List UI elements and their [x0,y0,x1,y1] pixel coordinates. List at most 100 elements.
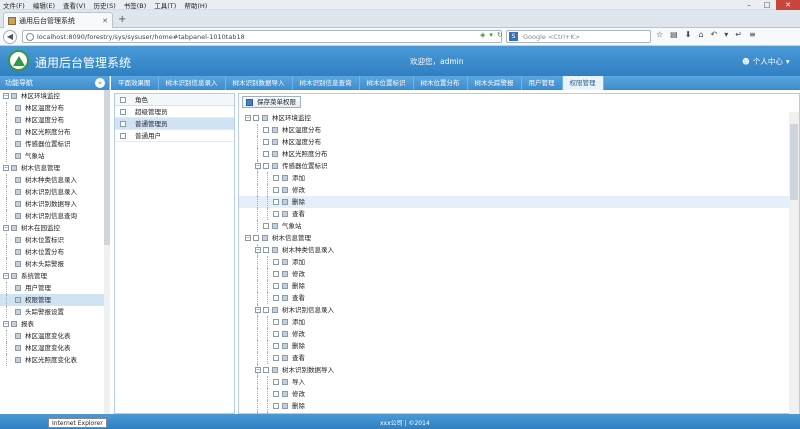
permission-node[interactable]: − 树木种类信息录入 [239,244,789,256]
role-row[interactable]: 普通管理员 [115,118,234,130]
permission-checkbox[interactable] [273,259,279,265]
permission-node[interactable]: − 树木信息管理 [239,232,789,244]
permission-checkbox[interactable] [263,139,269,145]
tab-3[interactable]: 树木识别数据导入 [226,76,293,90]
permission-checkbox[interactable] [273,319,279,325]
permission-node[interactable]: 添加 [239,316,789,328]
tab-1[interactable]: 平面效果图 [111,76,159,90]
sidebar-item[interactable]: 林区光照度变化表 [0,354,109,366]
sidebar-item[interactable]: − 系统管理 [0,270,109,282]
permission-scrollbar[interactable] [789,112,799,415]
permission-node[interactable]: 删除 [239,400,789,412]
expand-toggle-icon[interactable]: − [255,367,261,373]
download-icon[interactable]: ⬇ [685,30,692,39]
permission-checkbox[interactable] [263,151,269,157]
sidebar-item[interactable]: 树木位置分布 [0,246,109,258]
maximize-icon[interactable]: □ [758,0,776,10]
permission-node[interactable]: 林区温度分布 [239,124,789,136]
menu-item[interactable]: 帮助(H) [184,0,207,10]
select-all-checkbox[interactable] [120,97,126,103]
tab-5[interactable]: 树木位置标识 [360,76,414,90]
sidebar-item[interactable]: 用户管理 [0,282,109,294]
expand-toggle-icon[interactable]: − [3,321,9,327]
permission-node[interactable]: 修改 [239,268,789,280]
expand-toggle-icon[interactable]: − [245,115,251,121]
sidebar-item[interactable]: 树木识别信息录入 [0,186,109,198]
undo-icon[interactable]: ↶ [711,30,718,39]
permission-checkbox[interactable] [273,187,279,193]
address-bar[interactable]: localhost:8090/forestry/sys/sysuser/home… [22,30,502,43]
shield-icon[interactable]: ◈ [480,31,485,39]
expand-toggle-icon[interactable]: − [255,247,261,253]
sidebar-item[interactable]: − 报表 [0,318,109,330]
sidebar-item[interactable]: − 树木在园监控 [0,222,109,234]
role-checkbox[interactable] [120,121,126,127]
permission-checkbox[interactable] [273,403,279,409]
expand-toggle-icon[interactable]: − [3,273,9,279]
sidebar-item[interactable]: 权限管理 [0,294,109,306]
close-icon[interactable]: ✕ [776,0,800,10]
permission-checkbox[interactable] [263,367,269,373]
user-center-button[interactable]: ☻ 个人中心 ▾ [742,56,790,67]
permission-checkbox[interactable] [263,247,269,253]
sidebar-item[interactable]: 气象站 [0,150,109,162]
reload-icon[interactable]: ↻ [497,31,503,39]
permission-checkbox[interactable] [253,235,259,241]
expand-toggle-icon[interactable]: − [255,307,261,313]
permission-node[interactable]: 添加 [239,256,789,268]
clipboard-icon[interactable]: ▤ [670,30,678,39]
menu-item[interactable]: 查看(V) [63,0,86,10]
home-icon[interactable]: ⌂ [698,30,703,39]
permission-node[interactable]: 添加 [239,172,789,184]
back-icon[interactable]: ◀ [3,29,17,44]
browser-tab[interactable]: 通用后台管理系统 ✕ [3,12,113,28]
expand-toggle-icon[interactable]: − [245,235,251,241]
minimize-icon[interactable]: – [740,0,758,10]
permission-checkbox[interactable] [273,391,279,397]
permission-checkbox[interactable] [263,223,269,229]
permission-node[interactable]: 林区光照度分布 [239,148,789,160]
menu-item[interactable]: 编辑(E) [33,0,55,10]
menu-item[interactable]: 工具(T) [154,0,176,10]
tab-7[interactable]: 树木头踪警报 [468,76,522,90]
permission-checkbox[interactable] [263,307,269,313]
permission-checkbox[interactable] [253,115,259,121]
dropdown-icon[interactable]: ▾ [489,31,493,39]
sidebar-scrollbar[interactable] [104,90,110,414]
permission-checkbox[interactable] [273,175,279,181]
sidebar-item[interactable]: 林区湿度变化表 [0,342,109,354]
expand-toggle-icon[interactable]: − [3,93,9,99]
tab-6[interactable]: 树木位置分布 [414,76,468,90]
expand-toggle-icon[interactable]: − [3,165,9,171]
permission-checkbox[interactable] [273,295,279,301]
search-engine-icon[interactable]: S [509,32,518,41]
permission-checkbox[interactable] [273,271,279,277]
bookmarks-icon[interactable]: ↵ [735,30,742,39]
sidebar-item[interactable]: 树木位置标识 [0,234,109,246]
permission-node[interactable]: 气象站 [239,220,789,232]
sidebar-item[interactable]: 树木识别信息查询 [0,210,109,222]
permission-node[interactable]: 删除 [239,280,789,292]
permission-checkbox[interactable] [273,331,279,337]
tab-2[interactable]: 树木识别信息录入 [159,76,226,90]
permission-checkbox[interactable] [273,199,279,205]
collapse-icon[interactable]: « [95,78,105,88]
permission-node[interactable]: 林区湿度分布 [239,136,789,148]
role-row[interactable]: 普通用户 [115,130,234,142]
permission-node[interactable]: − 树木识别信息录入 [239,304,789,316]
permission-node[interactable]: − 传感器位置标识 [239,160,789,172]
permission-node[interactable]: 修改 [239,328,789,340]
permission-node[interactable]: 查看 [239,208,789,220]
sidebar-item[interactable]: 树木识别数据导入 [0,198,109,210]
permission-node[interactable]: 删除 [239,340,789,352]
permission-scroll-thumb[interactable] [790,124,798,200]
permission-node[interactable]: − 树木识别数据导入 [239,364,789,376]
sidebar-item[interactable]: 传感器位置标识 [0,138,109,150]
addon-icon[interactable]: ▾ [724,30,728,39]
new-tab-icon[interactable]: + [118,14,126,25]
sidebar-item[interactable]: 树木种类信息录入 [0,174,109,186]
permission-node[interactable]: 查看 [239,292,789,304]
sidebar-item[interactable]: 林区光照度分布 [0,126,109,138]
sidebar-item[interactable]: 树木头踪警报 [0,258,109,270]
permission-checkbox[interactable] [263,163,269,169]
